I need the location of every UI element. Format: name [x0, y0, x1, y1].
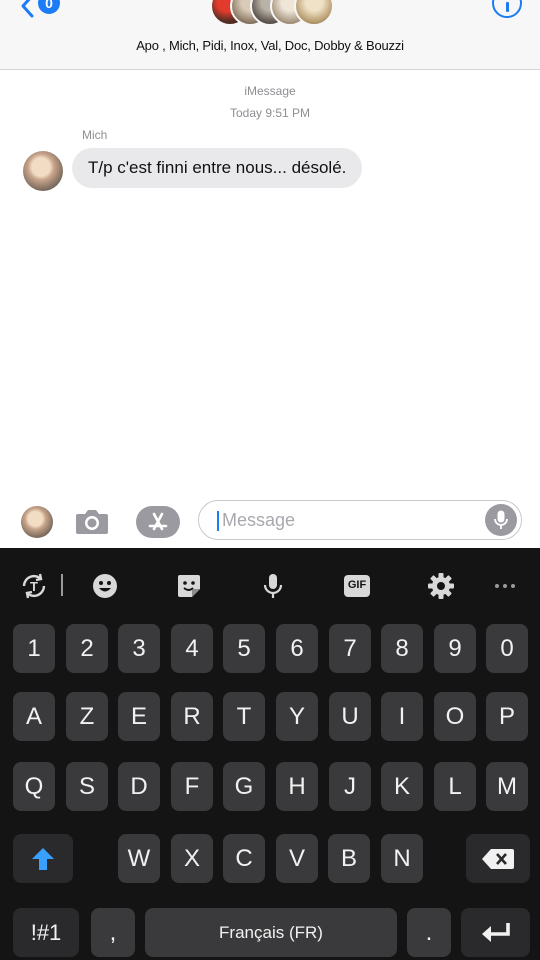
unread-badge: 0 [38, 0, 60, 14]
key-l[interactable]: L [434, 762, 476, 811]
group-avatars[interactable] [210, 0, 334, 26]
keyboard-toolbar: T GIF [0, 548, 540, 622]
key-v[interactable]: V [276, 834, 318, 883]
backspace-icon [482, 849, 514, 869]
backspace-key[interactable] [466, 834, 530, 883]
message-input[interactable]: Message [198, 500, 522, 540]
key-i[interactable]: I [381, 692, 423, 741]
return-key[interactable] [461, 908, 530, 957]
key-b[interactable]: B [328, 834, 370, 883]
key-8[interactable]: 8 [381, 624, 423, 673]
text-translate-icon[interactable]: T [18, 570, 50, 602]
key-3[interactable]: 3 [118, 624, 160, 673]
key-d[interactable]: D [118, 762, 160, 811]
sticker-icon[interactable] [173, 570, 205, 602]
key-t[interactable]: T [223, 692, 265, 741]
sender-name: Mich [82, 128, 108, 142]
camera-button[interactable] [74, 506, 110, 536]
key-p[interactable]: P [486, 692, 528, 741]
key-1[interactable]: 1 [13, 624, 55, 673]
sender-avatar[interactable] [23, 151, 63, 191]
settings-icon[interactable] [425, 570, 457, 602]
message-bubble[interactable]: T/p c'est finni entre nous... désolé. [72, 148, 363, 188]
key-x[interactable]: X [171, 834, 213, 883]
key-n[interactable]: N [381, 834, 423, 883]
key-5[interactable]: 5 [223, 624, 265, 673]
memoji-avatar-button[interactable] [21, 506, 53, 538]
comma-key[interactable]: , [91, 908, 135, 957]
key-r[interactable]: R [171, 692, 213, 741]
compose-bar: Message [0, 498, 540, 548]
app-store-button[interactable] [136, 506, 180, 538]
group-title[interactable]: Apo , Mich, Pidi, Inox, Val, Doc, Dobby … [0, 38, 540, 53]
message-placeholder: Message [222, 510, 296, 530]
key-s[interactable]: S [66, 762, 108, 811]
key-k[interactable]: K [381, 762, 423, 811]
key-f[interactable]: F [171, 762, 213, 811]
camera-icon [76, 510, 108, 534]
info-button[interactable] [492, 0, 522, 18]
period-key[interactable]: . [407, 908, 451, 957]
key-e[interactable]: E [118, 692, 160, 741]
key-6[interactable]: 6 [276, 624, 318, 673]
key-h[interactable]: H [276, 762, 318, 811]
symbols-key[interactable]: !#1 [13, 908, 79, 957]
key-j[interactable]: J [329, 762, 371, 811]
shift-key[interactable] [13, 834, 73, 883]
gif-icon[interactable]: GIF [341, 570, 373, 602]
svg-text:T: T [30, 579, 38, 594]
key-y[interactable]: Y [276, 692, 318, 741]
key-c[interactable]: C [223, 834, 265, 883]
key-7[interactable]: 7 [329, 624, 371, 673]
keyboard: T GIF !#1 , Français (FR) . 1 2 3 4 5 6 … [0, 548, 540, 960]
space-key[interactable]: Français (FR) [145, 908, 397, 957]
toolbar-divider [61, 574, 63, 596]
shift-arrow-icon [32, 848, 54, 870]
key-q[interactable]: Q [13, 762, 55, 811]
key-9[interactable]: 9 [434, 624, 476, 673]
key-0[interactable]: 0 [486, 624, 528, 673]
key-z[interactable]: Z [66, 692, 108, 741]
more-icon[interactable] [489, 570, 521, 602]
key-u[interactable]: U [329, 692, 371, 741]
keyboard-mic-icon[interactable] [257, 570, 289, 602]
service-label: iMessage [244, 84, 296, 98]
text-cursor [217, 511, 219, 531]
dictation-button[interactable] [485, 504, 517, 536]
gif-label: GIF [347, 579, 367, 591]
key-2[interactable]: 2 [66, 624, 108, 673]
key-o[interactable]: O [434, 692, 476, 741]
back-button[interactable]: 0 [18, 0, 62, 20]
emoji-icon[interactable] [89, 570, 121, 602]
key-g[interactable]: G [223, 762, 265, 811]
key-m[interactable]: M [486, 762, 528, 811]
app-store-icon [148, 512, 168, 531]
conversation-header: 0 Apo , Mich, Pidi, Inox, Val, Doc, Dobb… [0, 0, 540, 70]
microphone-icon [494, 510, 508, 529]
key-w[interactable]: W [118, 834, 160, 883]
key-4[interactable]: 4 [171, 624, 213, 673]
key-a[interactable]: A [13, 692, 55, 741]
chevron-left-icon [21, 0, 34, 18]
info-icon [506, 2, 509, 12]
timestamp: Today 9:51 PM [229, 106, 311, 120]
return-arrow-icon [481, 923, 510, 942]
